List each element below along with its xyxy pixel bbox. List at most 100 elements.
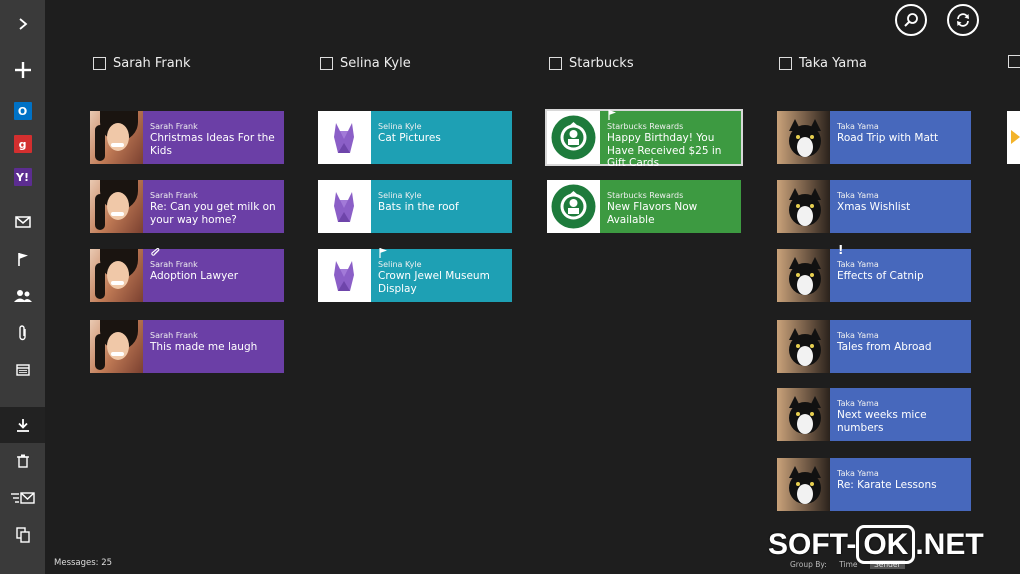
- message-tile-body: Selina Kyle Cat Pictures: [371, 111, 512, 164]
- message-tile-body: Taka Yama Re: Karate Lessons: [830, 458, 971, 511]
- expand-chevron-icon: [17, 17, 29, 31]
- message-subject: This made me laugh: [150, 341, 258, 353]
- sender-photo: [90, 320, 143, 373]
- sender-photo-cat: [777, 249, 830, 302]
- mail-button[interactable]: [0, 204, 45, 240]
- message-tile-body: Sarah Frank Re: Can you get milk on your …: [143, 180, 284, 233]
- watermark-logo: SOFT- OK .NET: [768, 525, 984, 564]
- message-subject: Effects of Catnip: [837, 270, 924, 282]
- message-sender: Taka Yama: [837, 399, 879, 408]
- mark-read-icon: [10, 491, 36, 505]
- message-sender: Sarah Frank: [150, 260, 198, 269]
- message-tile-body: Sarah Frank This made me laugh: [143, 320, 284, 373]
- message-tile-body: Sarah Frank Adoption Lawyer: [143, 247, 284, 302]
- calendar-button[interactable]: [0, 352, 45, 388]
- message-subject: Happy Birthday! You Have Received $25 in…: [607, 132, 722, 169]
- message-subject: Tales from Abroad: [837, 341, 932, 353]
- attachment-button[interactable]: [0, 315, 45, 351]
- message-tile[interactable]: Taka Yama Next weeks mice numbers: [777, 388, 971, 441]
- starbucks-logo-icon: [547, 111, 600, 164]
- message-tile-body: Taka Yama Next weeks mice numbers: [830, 388, 971, 441]
- message-subject: Adoption Lawyer: [150, 270, 239, 282]
- group-select-checkbox[interactable]: [93, 56, 106, 70]
- message-subject: Xmas Wishlist: [837, 201, 911, 213]
- sync-button[interactable]: [947, 4, 979, 36]
- search-icon: [904, 13, 918, 27]
- next-group-tile-partial[interactable]: [1007, 111, 1020, 164]
- message-tile[interactable]: Sarah Frank Adoption Lawyer: [90, 247, 284, 302]
- account-yahoo-button[interactable]: Y!: [0, 159, 45, 195]
- next-group-checkbox-partial[interactable]: [1008, 55, 1020, 68]
- message-tile[interactable]: Taka Yama Xmas Wishlist: [777, 180, 971, 233]
- copy-icon: [15, 527, 30, 543]
- message-tile-body: Taka Yama Tales from Abroad: [830, 320, 971, 373]
- message-tile[interactable]: Starbucks Rewards Happy Birthday! You Hav…: [545, 109, 743, 169]
- message-subject: Next weeks mice numbers: [837, 409, 927, 434]
- account-yahoo-icon: Y!: [13, 168, 32, 186]
- mark-read-button[interactable]: [0, 480, 45, 516]
- download-button[interactable]: [0, 407, 45, 443]
- sender-photo-cat: [777, 320, 830, 373]
- message-tile-body: Selina Kyle Bats in the roof: [371, 180, 512, 233]
- message-tile[interactable]: Taka Yama Re: Karate Lessons: [777, 458, 971, 511]
- message-tile-body: Starbucks Rewards New Flavors Now Availab…: [600, 180, 741, 233]
- message-subject: Christmas Ideas For the Kids: [150, 132, 275, 157]
- download-icon: [16, 418, 30, 432]
- message-tile[interactable]: Taka Yama Tales from Abroad: [777, 320, 971, 373]
- group-header-0: Sarah Frank: [93, 53, 191, 73]
- add-icon: [14, 61, 32, 79]
- sender-photo-cat: [777, 388, 830, 441]
- group-select-checkbox[interactable]: [779, 56, 792, 70]
- search-button[interactable]: [895, 4, 927, 36]
- delete-button[interactable]: [0, 443, 45, 479]
- message-sender: Taka Yama: [837, 260, 879, 269]
- group-title: Sarah Frank: [113, 55, 191, 71]
- group-select-checkbox[interactable]: [320, 56, 333, 70]
- copy-button[interactable]: [0, 517, 45, 553]
- message-sender: Selina Kyle: [378, 191, 422, 200]
- mail-icon: [14, 216, 31, 228]
- important-icon: !: [838, 243, 844, 257]
- message-tile[interactable]: Sarah Frank This made me laugh: [90, 320, 284, 373]
- message-sender: Sarah Frank: [150, 122, 198, 131]
- message-sender: Selina Kyle: [378, 122, 422, 131]
- add-button[interactable]: [0, 52, 45, 88]
- sender-photo-cat: [777, 111, 830, 164]
- message-tile[interactable]: Selina Kyle Crown Jewel Museum Display: [318, 248, 512, 302]
- account-outlook-button[interactable]: O: [0, 93, 45, 129]
- contacts-button[interactable]: [0, 278, 45, 314]
- message-tile[interactable]: Sarah Frank Re: Can you get milk on your …: [90, 180, 284, 233]
- calendar-icon: [15, 364, 30, 376]
- paperclip-icon: [151, 247, 161, 261]
- message-sender: Sarah Frank: [150, 331, 198, 340]
- message-tile[interactable]: Selina Kyle Bats in the roof: [318, 180, 512, 233]
- group-title: Taka Yama: [799, 55, 867, 71]
- sender-avatar-cat-icon: [318, 180, 371, 233]
- message-count: Messages: 25: [54, 558, 113, 568]
- message-tile[interactable]: Selina Kyle Cat Pictures: [318, 111, 512, 164]
- sender-avatar-cat-icon: [318, 249, 371, 302]
- sender-photo: [90, 180, 143, 233]
- group-header-2: Starbucks: [549, 53, 634, 73]
- message-tile[interactable]: Starbucks Rewards New Flavors Now Availab…: [547, 180, 741, 233]
- message-tile-body: Taka Yama Road Trip with Matt: [830, 111, 971, 164]
- message-tile[interactable]: Sarah Frank Christmas Ideas For the Kids: [90, 111, 284, 164]
- flag-button[interactable]: [0, 241, 45, 277]
- message-tile-body: Sarah Frank Christmas Ideas For the Kids: [143, 111, 284, 164]
- contacts-icon: [13, 289, 32, 303]
- attachment-icon: [18, 325, 28, 341]
- group-header-3: Taka Yama: [779, 53, 867, 73]
- message-subject: Bats in the roof: [378, 201, 459, 213]
- message-tile[interactable]: Taka Yama Road Trip with Matt: [777, 111, 971, 164]
- message-subject: Cat Pictures: [378, 132, 441, 144]
- message-tile-body: ! Taka Yama Effects of Catnip: [830, 244, 971, 302]
- account-gmail-button[interactable]: g: [0, 126, 45, 162]
- message-sender: Starbucks Rewards: [607, 191, 684, 200]
- sync-icon: [957, 13, 969, 27]
- expand-chevron-button[interactable]: [0, 6, 45, 42]
- message-tile[interactable]: ! Taka Yama Effects of Catnip: [777, 244, 971, 302]
- group-title: Starbucks: [569, 55, 634, 71]
- sender-photo: [90, 111, 143, 164]
- message-subject: New Flavors Now Available: [607, 201, 698, 226]
- group-select-checkbox[interactable]: [549, 56, 562, 70]
